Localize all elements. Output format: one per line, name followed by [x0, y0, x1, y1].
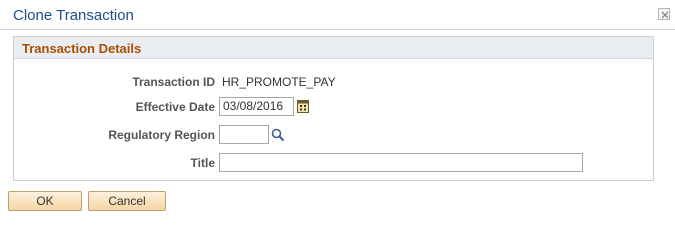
calendar-icon[interactable] [297, 99, 309, 113]
transaction-details-group: Transaction Details Transaction ID HR_PR… [13, 36, 654, 181]
effective-date-label: Effective Date [135, 100, 215, 114]
cancel-button[interactable]: Cancel [88, 191, 166, 211]
group-header: Transaction Details [14, 37, 653, 59]
title-input[interactable] [219, 153, 583, 172]
transaction-id-label: Transaction ID [132, 75, 215, 89]
close-icon [661, 11, 669, 19]
close-button[interactable] [658, 8, 670, 20]
effective-date-input[interactable]: 03/08/2016 [219, 97, 294, 116]
group-title: Transaction Details [22, 41, 142, 56]
ok-button[interactable]: OK [8, 191, 82, 211]
title-label: Title [190, 156, 215, 170]
regulatory-region-label: Regulatory Region [108, 128, 215, 142]
transaction-id-value: HR_PROMOTE_PAY [222, 75, 336, 89]
search-icon[interactable] [271, 128, 285, 142]
regulatory-region-input[interactable] [219, 125, 269, 144]
dialog-title: Clone Transaction [13, 7, 134, 24]
dialog-header: Clone Transaction [0, 0, 675, 30]
